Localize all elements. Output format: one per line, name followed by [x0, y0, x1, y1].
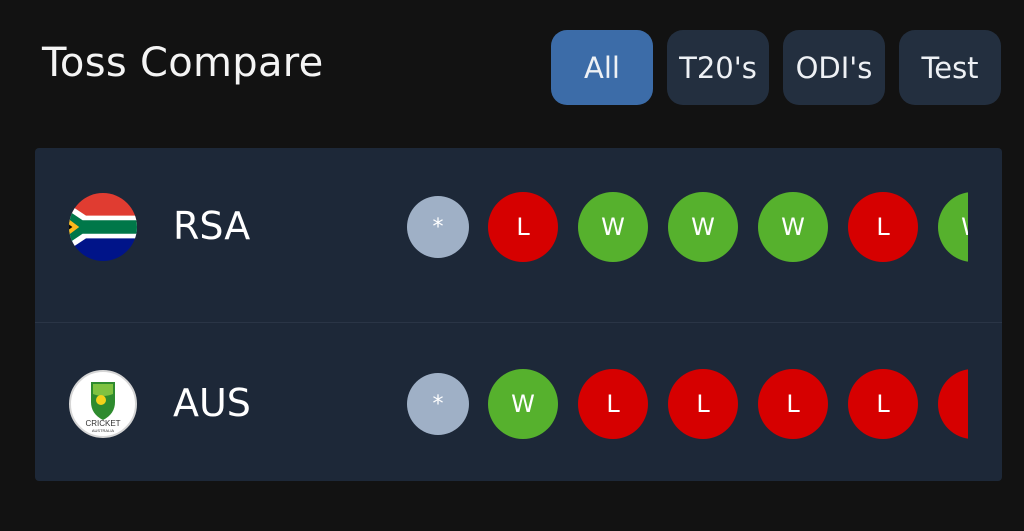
logo-subtext: AUSTRALIA — [92, 428, 115, 433]
result-pending: * — [407, 196, 469, 258]
result-loss: L — [848, 192, 918, 262]
result-loss: L — [938, 369, 968, 439]
team-row-aus: CRICKET AUSTRALIA AUS * W L L L L L — [35, 322, 1002, 481]
page-title: Toss Compare — [42, 40, 324, 86]
filter-all[interactable]: All — [551, 30, 653, 105]
result-loss: L — [578, 369, 648, 439]
result-loss: L — [668, 369, 738, 439]
team-row-rsa: RSA * L W W W L W — [35, 148, 1002, 322]
team-name: RSA — [173, 204, 251, 248]
result-loss: L — [848, 369, 918, 439]
result-loss: L — [758, 369, 828, 439]
filter-t20[interactable]: T20's — [667, 30, 769, 105]
result-win: W — [758, 192, 828, 262]
result-win: W — [668, 192, 738, 262]
result-win: W — [938, 192, 968, 262]
format-filter-group: All T20's ODI's Test — [551, 30, 1001, 105]
result-win: W — [578, 192, 648, 262]
toss-compare-card: RSA * L W W W L W CRICKET AUSTRALIA AUS … — [35, 148, 1002, 481]
result-loss: L — [488, 192, 558, 262]
result-pending: * — [407, 373, 469, 435]
team-name: AUS — [173, 381, 251, 425]
filter-test[interactable]: Test — [899, 30, 1001, 105]
toss-results: * W L L L L L — [405, 369, 968, 441]
cricket-australia-logo-icon: CRICKET AUSTRALIA — [69, 370, 137, 438]
filter-odi[interactable]: ODI's — [783, 30, 885, 105]
logo-text: CRICKET — [85, 419, 120, 428]
toss-results: * L W W W L W — [405, 192, 968, 264]
result-win: W — [488, 369, 558, 439]
south-africa-flag-icon — [69, 193, 137, 261]
